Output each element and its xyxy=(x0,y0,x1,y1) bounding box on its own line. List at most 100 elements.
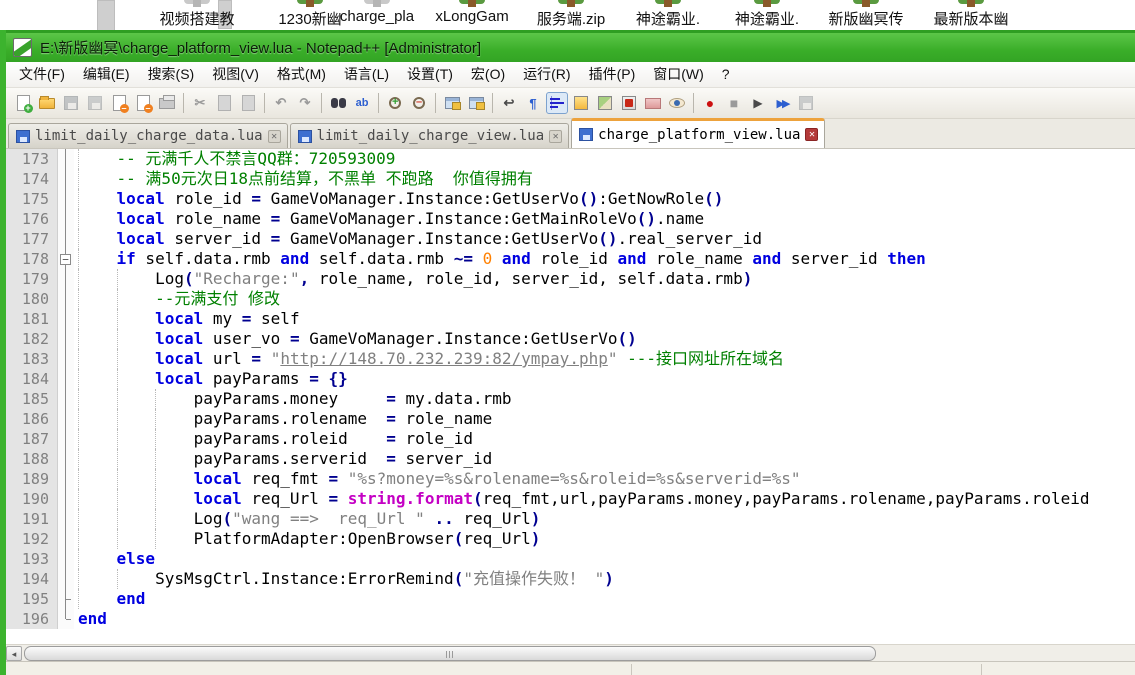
code-line-175[interactable]: 175local role_id = GameVoManager.Instanc… xyxy=(6,189,1135,209)
macro-stop-icon[interactable]: ■ xyxy=(723,92,745,114)
menu-s[interactable]: 搜索(S) xyxy=(139,62,204,87)
scroll-left-arrow[interactable]: ◂ xyxy=(6,646,22,661)
desktop-icon-image[interactable] xyxy=(297,0,323,7)
menu-f[interactable]: 文件(F) xyxy=(10,62,74,87)
desktop-icon-label[interactable]: 服务端.zip xyxy=(537,8,605,29)
code-text[interactable]: payParams.money = my.data.rmb xyxy=(74,389,1135,409)
code-text[interactable]: local payParams = {} xyxy=(74,369,1135,389)
code-line-185[interactable]: 185payParams.money = my.data.rmb xyxy=(6,389,1135,409)
cut-icon[interactable]: ✂ xyxy=(189,92,211,114)
desktop-icon-image[interactable] xyxy=(459,0,485,7)
undo-icon[interactable]: ↶ xyxy=(270,92,292,114)
view-monitor-icon[interactable] xyxy=(666,92,688,114)
tab-close-icon[interactable]: ✕ xyxy=(549,130,562,143)
menu-m[interactable]: 格式(M) xyxy=(268,62,335,87)
code-line-188[interactable]: 188payParams.serverid = server_id xyxy=(6,449,1135,469)
code-line-193[interactable]: 193else xyxy=(6,549,1135,569)
menu-t[interactable]: 设置(T) xyxy=(398,62,462,87)
code-text[interactable]: -- 满50元次日18点前结算，不黑单 不跑路 你值得拥有 xyxy=(74,169,1135,189)
zoom-in-icon[interactable] xyxy=(384,92,406,114)
code-text[interactable]: else xyxy=(74,549,1135,569)
desktop-icon-image[interactable] xyxy=(655,0,681,7)
close-all-icon[interactable]: – xyxy=(132,92,154,114)
code-text[interactable]: local server_id = GameVoManager.Instance… xyxy=(74,229,1135,249)
code-line-182[interactable]: 182local user_vo = GameVoManager.Instanc… xyxy=(6,329,1135,349)
folder-workspace-icon[interactable] xyxy=(642,92,664,114)
menu-e[interactable]: 编辑(E) xyxy=(74,62,139,87)
code-editor[interactable]: 173-- 元满千人不禁言QQ群：720593009174-- 满50元次日18… xyxy=(6,149,1135,644)
code-line-190[interactable]: 190local req_Url = string.format(req_fmt… xyxy=(6,489,1135,509)
code-line-192[interactable]: 192PlatformAdapter:OpenBrowser(req_Url) xyxy=(6,529,1135,549)
replace-icon[interactable]: ab xyxy=(351,92,373,114)
macro-play-icon[interactable]: ▶ xyxy=(747,92,769,114)
code-text[interactable]: local req_fmt = "%s?money=%s&rolename=%s… xyxy=(74,469,1135,489)
code-line-191[interactable]: 191Log("wang ==> req_Url " .. req_Url) xyxy=(6,509,1135,529)
sync-vertical-icon[interactable] xyxy=(441,92,463,114)
menu-l[interactable]: 语言(L) xyxy=(335,62,398,87)
code-text[interactable]: end xyxy=(74,609,1135,629)
code-line-196[interactable]: 196end xyxy=(6,609,1135,629)
show-indent-guide-icon[interactable] xyxy=(546,92,568,114)
code-line-176[interactable]: 176local role_name = GameVoManager.Insta… xyxy=(6,209,1135,229)
code-text[interactable]: local req_Url = string.format(req_fmt,ur… xyxy=(74,489,1135,509)
code-line-174[interactable]: 174-- 满50元次日18点前结算，不黑单 不跑路 你值得拥有 xyxy=(6,169,1135,189)
desktop-icon-label[interactable]: xLongGam xyxy=(435,8,508,25)
desktop-icon-label[interactable]: 神途霸业. xyxy=(735,8,799,29)
code-line-179[interactable]: 179Log("Recharge:", role_name, role_id, … xyxy=(6,269,1135,289)
zoom-out-icon[interactable] xyxy=(408,92,430,114)
code-line-187[interactable]: 187payParams.roleid = role_id xyxy=(6,429,1135,449)
menu-w[interactable]: 窗口(W) xyxy=(644,62,713,87)
copy-icon[interactable] xyxy=(213,92,235,114)
word-wrap-icon[interactable]: ↩ xyxy=(498,92,520,114)
code-text[interactable]: PlatformAdapter:OpenBrowser(req_Url) xyxy=(74,529,1135,549)
show-all-characters-icon[interactable]: ¶ xyxy=(522,92,544,114)
code-text[interactable]: Log("Recharge:", role_name, role_id, ser… xyxy=(74,269,1135,289)
code-text[interactable]: -- 元满千人不禁言QQ群：720593009 xyxy=(74,149,1135,169)
code-text[interactable]: local url = "http://148.70.232.239:82/ym… xyxy=(74,349,1135,369)
print-icon[interactable] xyxy=(156,92,178,114)
tab-limit_daily_charge_view-lua[interactable]: limit_daily_charge_view.lua✕ xyxy=(290,123,570,148)
paste-icon[interactable] xyxy=(237,92,259,114)
menu-v[interactable]: 视图(V) xyxy=(203,62,268,87)
open-file-icon[interactable] xyxy=(36,92,58,114)
code-text[interactable]: local role_id = GameVoManager.Instance:G… xyxy=(74,189,1135,209)
find-icon[interactable] xyxy=(327,92,349,114)
code-line-181[interactable]: 181local my = self xyxy=(6,309,1135,329)
code-text[interactable]: local role_name = GameVoManager.Instance… xyxy=(74,209,1135,229)
code-line-184[interactable]: 184local payParams = {} xyxy=(6,369,1135,389)
menu-o[interactable]: 宏(O) xyxy=(462,62,514,87)
code-text[interactable]: --元满支付 修改 xyxy=(74,289,1135,309)
code-line-194[interactable]: 194SysMsgCtrl.Instance:ErrorRemind("充值操作… xyxy=(6,569,1135,589)
code-line-177[interactable]: 177local server_id = GameVoManager.Insta… xyxy=(6,229,1135,249)
code-line-186[interactable]: 186payParams.rolename = role_name xyxy=(6,409,1135,429)
code-text[interactable]: local user_vo = GameVoManager.Instance:G… xyxy=(74,329,1135,349)
save-all-icon[interactable] xyxy=(84,92,106,114)
document-switcher-icon[interactable] xyxy=(618,92,640,114)
desktop-icon-image[interactable] xyxy=(958,0,984,7)
new-file-icon[interactable]: + xyxy=(12,92,34,114)
code-text[interactable]: Log("wang ==> req_Url " .. req_Url) xyxy=(74,509,1135,529)
tab-limit_daily_charge_data-lua[interactable]: limit_daily_charge_data.lua✕ xyxy=(8,123,288,148)
menu-?[interactable]: ? xyxy=(713,62,739,87)
code-text[interactable]: if self.data.rmb and self.data.rmb ~= 0 … xyxy=(74,249,1135,269)
code-line-178[interactable]: 178−if self.data.rmb and self.data.rmb ~… xyxy=(6,249,1135,269)
desktop-icon-image[interactable] xyxy=(184,0,210,7)
macro-run-multiple-icon[interactable]: ▶▶ xyxy=(771,92,793,114)
tab-charge_platform_view-lua[interactable]: charge_platform_view.lua✕ xyxy=(571,118,825,148)
fold-collapse-icon[interactable]: − xyxy=(58,249,74,269)
save-icon[interactable] xyxy=(60,92,82,114)
document-map-icon[interactable] xyxy=(594,92,616,114)
close-icon[interactable]: – xyxy=(108,92,130,114)
desktop-icon-image[interactable] xyxy=(364,0,390,7)
desktop-icon-label[interactable]: 视频搭建教 xyxy=(159,8,234,29)
horizontal-scrollbar[interactable]: ◂ xyxy=(6,644,1135,661)
desktop-icon-label[interactable]: 最新版本幽 xyxy=(933,8,1008,29)
desktop-icon-label[interactable]: 1230新幽 xyxy=(278,8,341,29)
code-line-173[interactable]: 173-- 元满千人不禁言QQ群：720593009 xyxy=(6,149,1135,169)
desktop-icon-label[interactable]: 新版幽冥传 xyxy=(828,8,903,29)
tab-close-icon[interactable]: ✕ xyxy=(805,128,818,141)
desktop-icon-label[interactable]: 神途霸业. xyxy=(636,8,700,29)
function-list-icon[interactable] xyxy=(570,92,592,114)
code-text[interactable]: end xyxy=(74,589,1135,609)
code-text[interactable]: SysMsgCtrl.Instance:ErrorRemind("充值操作失败！… xyxy=(74,569,1135,589)
